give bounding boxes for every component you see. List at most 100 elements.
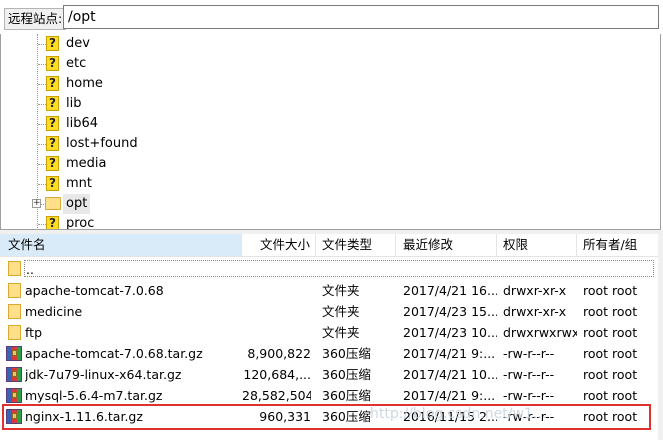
tree-connector xyxy=(38,184,46,185)
column-header-modified[interactable]: 最近修改 xyxy=(396,234,497,256)
tree-connector xyxy=(38,104,46,105)
file-size xyxy=(242,322,311,343)
file-name: ftp xyxy=(25,325,43,340)
file-size xyxy=(242,301,311,322)
column-header-owner[interactable]: 所有者/组 xyxy=(577,234,663,256)
file-owner: root root xyxy=(583,346,638,361)
folder-icon xyxy=(8,283,21,298)
tree-item-label: lib64 xyxy=(66,116,99,131)
file-row[interactable]: apache-tomcat-7.0.68.tar.gz 8,900,822 36… xyxy=(0,343,663,364)
file-owner: root root xyxy=(583,304,638,319)
archive-icon xyxy=(6,367,22,382)
file-row[interactable]: apache-tomcat-7.0.68 文件夹 2017/4/21 16...… xyxy=(0,280,663,301)
archive-icon xyxy=(6,388,22,403)
folder-icon xyxy=(45,197,61,210)
column-header-size[interactable]: 文件大小 xyxy=(242,234,316,256)
file-permissions: -rw-r--r-- xyxy=(503,367,555,382)
folder-icon xyxy=(8,261,21,276)
remote-path-input[interactable]: /opt xyxy=(63,5,659,29)
file-type: 360压缩 xyxy=(322,367,371,382)
tree-connector xyxy=(38,144,46,145)
tree-connector xyxy=(38,44,46,45)
remote-directory-tree[interactable]: ? dev ? etc ? home ? lib ? lib64 ? lost+… xyxy=(0,34,661,230)
tree-item-home[interactable]: ? home xyxy=(1,74,301,94)
file-row[interactable]: mysql-5.6.4-m7.tar.gz 28,582,504 360压缩 2… xyxy=(0,385,663,406)
tree-item-dev[interactable]: ? dev xyxy=(1,34,301,54)
file-owner: root root xyxy=(583,367,638,382)
tree-connector xyxy=(38,64,46,65)
tree-item-media[interactable]: ? media xyxy=(1,154,301,174)
remote-site-label: 远程站点: xyxy=(4,8,67,30)
watermark-text: http://blog.csdn.net/w1... xyxy=(370,406,547,422)
tree-item-label: etc xyxy=(66,56,87,71)
remote-file-list[interactable]: 文件名 文件大小 文件类型 最近修改 权限 所有者/组 .. apache-to… xyxy=(0,234,663,440)
tree-item-proc[interactable]: ? proc xyxy=(1,214,301,230)
file-name: mysql-5.6.4-m7.tar.gz xyxy=(25,388,163,403)
tree-item-opt[interactable]: + opt xyxy=(1,194,301,214)
tree-item-mnt[interactable]: ? mnt xyxy=(1,174,301,194)
file-modified: 2017/4/23 10... xyxy=(403,325,497,340)
question-icon: ? xyxy=(46,136,59,151)
column-header-permissions[interactable]: 权限 xyxy=(497,234,577,256)
tree-connector xyxy=(38,124,46,125)
expand-plus-icon[interactable]: + xyxy=(32,199,41,208)
file-row[interactable]: ftp 文件夹 2017/4/23 10... drwxrwxrwx root … xyxy=(0,322,663,343)
file-list-header: 文件名 文件大小 文件类型 最近修改 权限 所有者/组 xyxy=(0,234,663,257)
file-modified: 2017/4/23 15... xyxy=(403,304,497,319)
file-name: medicine xyxy=(25,304,83,319)
file-modified: 2017/4/21 9:... xyxy=(403,346,496,361)
tree-item-label: lost+found xyxy=(66,136,138,151)
question-icon: ? xyxy=(46,56,59,71)
question-icon: ? xyxy=(46,176,59,191)
file-permissions: -rw-r--r-- xyxy=(503,388,555,403)
file-owner: root root xyxy=(583,388,638,403)
file-size: 28,582,504 xyxy=(242,388,311,403)
column-header-name[interactable]: 文件名 xyxy=(0,234,242,256)
tree-item-label: lib xyxy=(66,96,82,111)
question-icon: ? xyxy=(46,96,59,111)
file-type: 文件夹 xyxy=(322,304,360,319)
tree-item-label: home xyxy=(66,76,103,91)
file-modified: 2017/4/21 10... xyxy=(403,367,497,382)
file-permissions: -rw-r--r-- xyxy=(503,346,555,361)
tree-item-label: media xyxy=(66,156,107,171)
file-owner: root root xyxy=(583,283,638,298)
file-row[interactable]: jdk-7u79-linux-x64.tar.gz 120,684,... 36… xyxy=(0,364,663,385)
file-size: 120,684,... xyxy=(243,367,311,382)
question-icon: ? xyxy=(46,36,59,51)
column-header-type[interactable]: 文件类型 xyxy=(316,234,396,256)
file-size xyxy=(242,280,311,301)
question-icon: ? xyxy=(46,116,59,131)
file-size: 8,900,822 xyxy=(247,346,311,361)
tree-connector xyxy=(38,84,46,85)
file-modified: 2017/4/21 9:... xyxy=(403,388,496,403)
file-type: 360压缩 xyxy=(322,388,371,403)
tree-connector xyxy=(38,224,46,225)
file-type: 文件夹 xyxy=(322,325,360,340)
file-owner: root root xyxy=(583,325,638,340)
file-row[interactable]: medicine 文件夹 2017/4/23 15... drwxr-xr-x … xyxy=(0,301,663,322)
tree-item-label: proc xyxy=(66,216,95,230)
tree-item-etc[interactable]: ? etc xyxy=(1,54,301,74)
question-icon: ? xyxy=(46,216,59,229)
file-row-parent[interactable]: .. xyxy=(0,258,663,279)
remote-site-bar: 远程站点: /opt xyxy=(0,0,663,34)
file-permissions: drwxrwxrwx xyxy=(503,325,577,340)
file-modified: 2017/4/21 16... xyxy=(403,283,497,298)
vertical-scrollbar[interactable] xyxy=(658,234,663,440)
file-permissions: drwxr-xr-x xyxy=(503,304,567,319)
folder-icon xyxy=(8,325,21,340)
tree-item-lib64[interactable]: ? lib64 xyxy=(1,114,301,134)
tree-item-lib[interactable]: ? lib xyxy=(1,94,301,114)
file-type: 360压缩 xyxy=(322,346,371,361)
question-icon: ? xyxy=(46,156,59,171)
question-icon: ? xyxy=(46,76,59,91)
file-name: apache-tomcat-7.0.68.tar.gz xyxy=(25,346,203,361)
file-name: jdk-7u79-linux-x64.tar.gz xyxy=(25,367,182,382)
file-permissions: drwxr-xr-x xyxy=(503,283,567,298)
folder-icon xyxy=(8,304,21,319)
tree-item-lost-found[interactable]: ? lost+found xyxy=(1,134,301,154)
tree-item-label: mnt xyxy=(66,176,92,191)
tree-item-label: dev xyxy=(66,36,90,51)
file-type: 文件夹 xyxy=(322,283,360,298)
